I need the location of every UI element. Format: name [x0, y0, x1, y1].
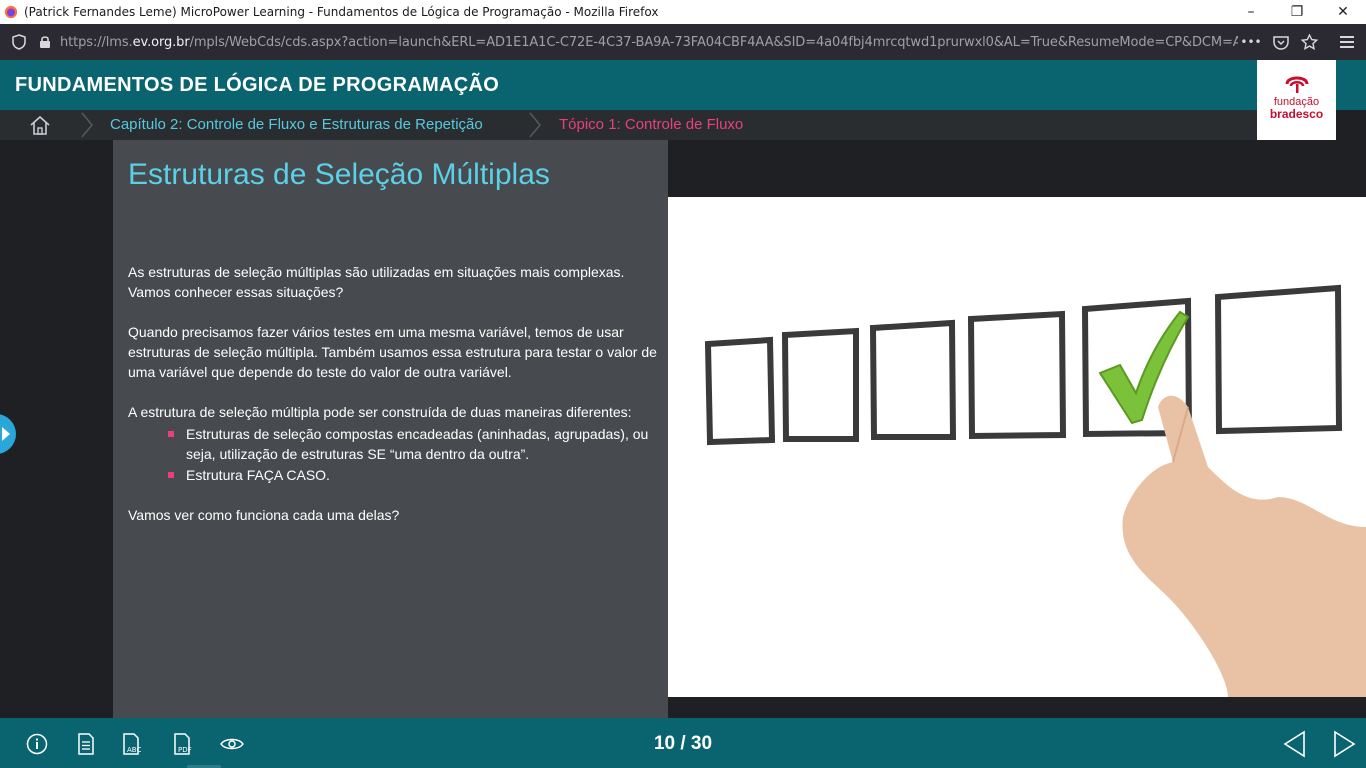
page-separator: /	[675, 733, 691, 754]
left-gutter	[0, 140, 113, 718]
chevron-right-icon	[81, 112, 93, 138]
lock-icon[interactable]	[34, 31, 56, 53]
page-counter: 10 / 30	[0, 733, 1366, 755]
browser-navbar: https://lms.ev.org.br/mpls/WebCds/cds.as…	[0, 24, 1366, 60]
brand-line2: bradesco	[1269, 107, 1324, 121]
bullet-list: Estruturas de seleção compostas encadead…	[168, 424, 658, 485]
breadcrumb-chapter[interactable]: Capítulo 2: Controle de Fluxo e Estrutur…	[110, 116, 483, 133]
url-domain: ev.org.br	[132, 34, 190, 50]
next-page-button[interactable]	[1330, 730, 1358, 758]
slide-title: Estruturas de Seleção Múltiplas	[128, 158, 550, 191]
checkbox-illustration	[668, 197, 1366, 697]
list-item: Estruturas de seleção compostas encadead…	[168, 424, 658, 464]
address-bar[interactable]: https://lms.ev.org.br/mpls/WebCds/cds.as…	[60, 35, 1238, 50]
previous-page-button[interactable]	[1281, 730, 1309, 758]
player-footer: ABC PDF 10 / 30	[0, 718, 1366, 768]
paragraph-closing: Vamos ver como funciona cada uma delas?	[128, 507, 400, 523]
pocket-icon[interactable]	[1270, 31, 1292, 53]
brand-logo: fundação bradesco	[1257, 60, 1336, 140]
total-pages: 30	[690, 733, 713, 754]
list-item: Estrutura FAÇA CASO.	[168, 465, 658, 485]
bradesco-logo-icon	[1285, 76, 1308, 93]
chevron-right-icon	[529, 112, 541, 138]
paragraph-usage: Quando precisamos fazer vários testes em…	[128, 324, 657, 380]
window-title: (Patrick Fernandes Leme) MicroPower Lear…	[24, 5, 659, 19]
checkbox-hand-image	[704, 284, 1366, 697]
menu-hamburger-icon[interactable]	[1336, 31, 1358, 53]
paragraph-ways: A estrutura de seleção múltipla pode ser…	[128, 404, 632, 420]
course-title: FUNDAMENTOS DE LÓGICA DE PROGRAMAÇÃO	[15, 74, 500, 96]
slide-body: As estruturas de seleção múltiplas são u…	[128, 262, 658, 545]
paragraph-intro: As estruturas de seleção múltiplas são u…	[128, 264, 625, 300]
page-actions-button[interactable]: •••	[1238, 31, 1264, 53]
url-path: /mpls/WebCds/cds.aspx?action=launch&ERL=…	[189, 34, 1238, 50]
breadcrumb-topic[interactable]: Tópico 1: Controle de Fluxo	[559, 116, 743, 133]
image-bottom-band	[668, 697, 1366, 718]
restore-button[interactable]: ❐	[1274, 0, 1320, 24]
firefox-icon	[4, 5, 18, 19]
minimize-button[interactable]: –	[1228, 0, 1274, 24]
close-window-button[interactable]: ✕	[1320, 0, 1366, 24]
current-page: 10	[653, 733, 676, 754]
bookmark-star-icon[interactable]	[1298, 31, 1320, 53]
url-prefix: https://lms.	[60, 34, 133, 50]
home-icon[interactable]	[28, 114, 52, 136]
shield-icon[interactable]	[8, 31, 30, 53]
window-titlebar: (Patrick Fernandes Leme) MicroPower Lear…	[0, 0, 1366, 24]
image-top-band	[668, 140, 1366, 197]
course-header: FUNDAMENTOS DE LÓGICA DE PROGRAMAÇÃO	[0, 60, 1366, 110]
breadcrumb: Capítulo 2: Controle de Fluxo e Estrutur…	[0, 110, 1257, 140]
arrow-right-icon	[2, 427, 10, 441]
slide-text-panel: Estruturas de Seleção Múltiplas As estru…	[113, 140, 668, 718]
